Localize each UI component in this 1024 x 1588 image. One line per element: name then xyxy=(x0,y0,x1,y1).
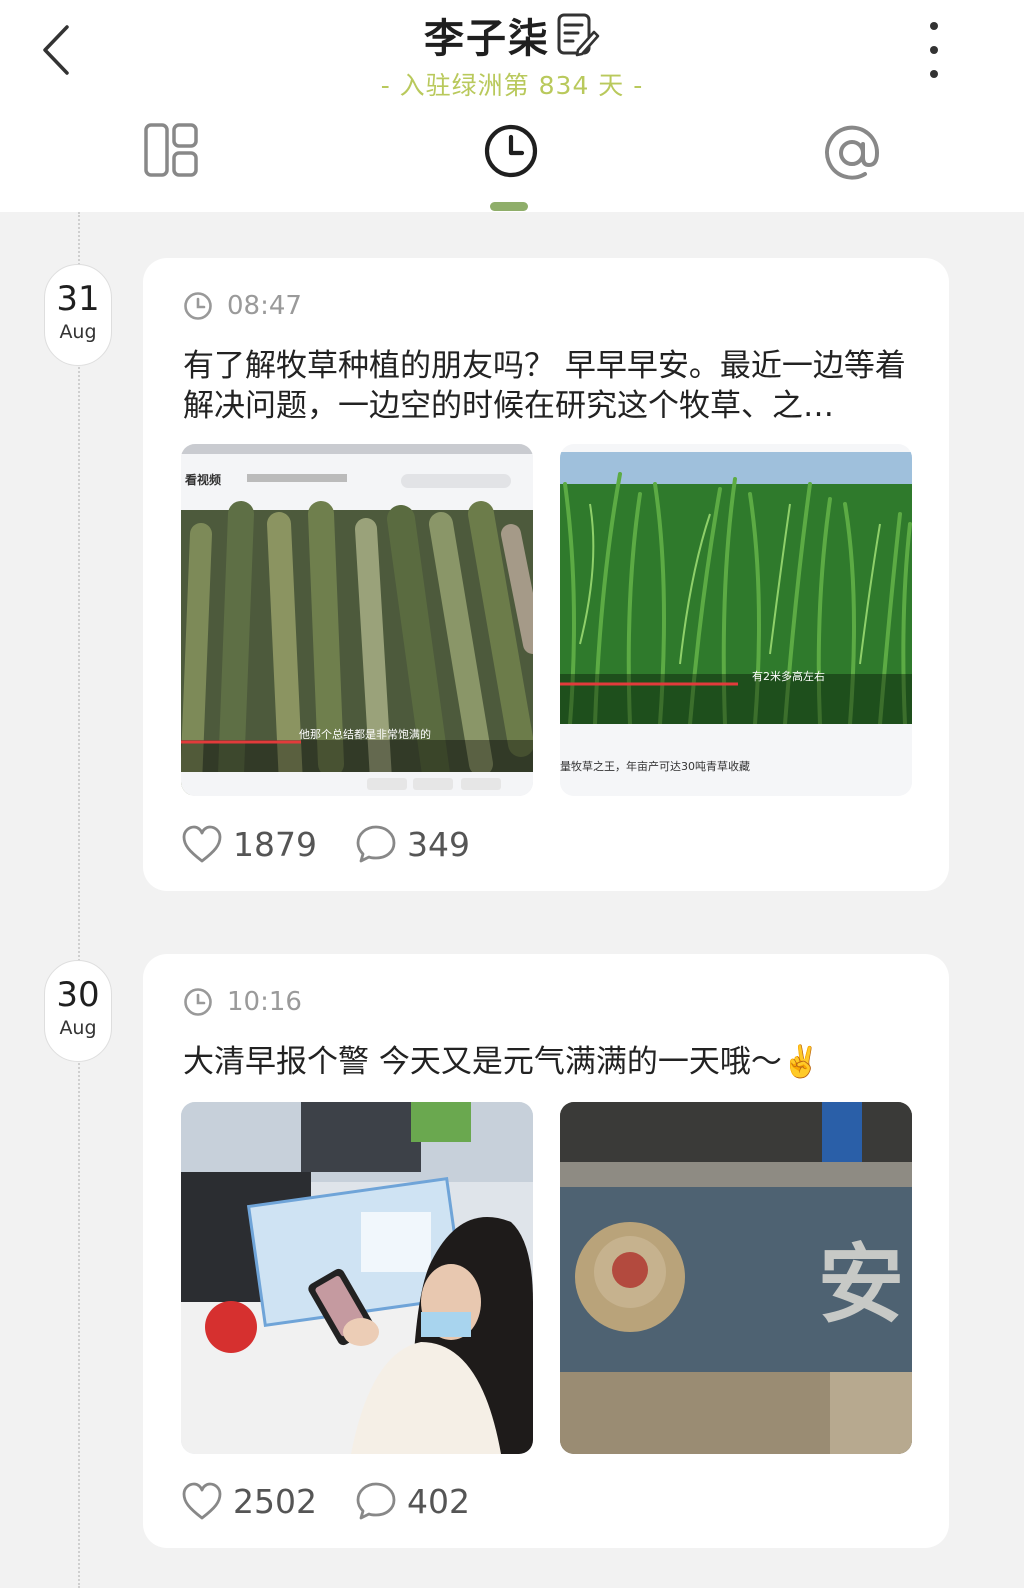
post-photo[interactable]: 有2米多高左右 量牧草之王，年亩产可达30吨青草收藏 xyxy=(560,444,912,796)
heart-icon xyxy=(182,1482,222,1520)
like-count: 2502 xyxy=(233,1481,317,1521)
date-day: 31 xyxy=(56,279,100,319)
police-badge-wall-image: 安 xyxy=(560,1102,912,1454)
profile-tabs xyxy=(0,122,1024,212)
edit-note-icon[interactable] xyxy=(556,12,600,58)
date-day: 30 xyxy=(56,975,100,1015)
svg-text:他那个总结都是非常饱满的: 他那个总结都是非常饱满的 xyxy=(299,727,431,741)
more-dot-icon xyxy=(930,22,938,30)
comment-count: 349 xyxy=(406,824,470,864)
grid-layout-icon xyxy=(144,123,198,177)
post-photo[interactable]: 看视频 他那个总结都是非常饱满的 xyxy=(181,444,533,796)
post-text: 有了解牧草种植的朋友吗？ 早早早安。最近一边等着解决问题，一边空的时候在研究这个… xyxy=(183,348,906,424)
comment-bubble-icon xyxy=(356,825,396,863)
date-badge: 31 Aug xyxy=(44,264,112,366)
svg-text:安: 安 xyxy=(818,1235,904,1335)
post-photo[interactable] xyxy=(181,1102,533,1454)
comment-button[interactable]: 349 xyxy=(355,824,470,864)
timeline-line xyxy=(78,212,80,1588)
post-time: 10:16 xyxy=(227,987,302,1017)
tab-timeline[interactable] xyxy=(471,122,551,198)
tab-grid[interactable] xyxy=(131,122,211,198)
more-options-button[interactable] xyxy=(922,22,946,78)
more-dot-icon xyxy=(930,46,938,54)
tall-green-grass-image: 有2米多高左右 量牧草之王，年亩产可达30吨青草收藏 xyxy=(560,444,912,796)
cut-grass-stalks-image: 看视频 他那个总结都是非常饱满的 xyxy=(181,444,533,796)
date-badge: 30 Aug xyxy=(44,960,112,1062)
post-card[interactable]: 08:47 有了解牧草种植的朋友吗？ 早早早安。最近一边等着解决问题，一边空的时… xyxy=(143,258,949,891)
post-text: 大清早报个警 今天又是元气满满的一天哦～✌️ xyxy=(183,1044,821,1080)
tab-mentions[interactable] xyxy=(812,122,892,198)
at-icon xyxy=(825,125,880,180)
comment-bubble-icon xyxy=(356,1482,396,1520)
like-button[interactable]: 2502 xyxy=(181,1481,317,1521)
clock-icon xyxy=(184,988,212,1016)
like-count: 1879 xyxy=(233,824,317,864)
woman-at-counter-image xyxy=(181,1102,533,1454)
profile-header: 李子柒 - 入驻绿洲第 834 天 - xyxy=(0,0,1024,212)
date-month: Aug xyxy=(59,321,97,343)
more-dot-icon xyxy=(930,70,938,78)
like-button[interactable]: 1879 xyxy=(181,824,317,864)
comment-count: 402 xyxy=(406,1481,470,1521)
date-month: Aug xyxy=(59,1017,97,1039)
clock-icon xyxy=(184,292,212,320)
comment-button[interactable]: 402 xyxy=(355,1481,470,1521)
days-joined-label: - 入驻绿洲第 834 天 - xyxy=(380,71,644,100)
heart-icon xyxy=(182,825,222,863)
active-tab-indicator xyxy=(490,202,528,211)
post-card[interactable]: 10:16 大清早报个警 今天又是元气满满的一天哦～✌️ 安 2502 402 xyxy=(143,954,949,1548)
post-time: 08:47 xyxy=(227,291,302,321)
svg-text:有2米多高左右: 有2米多高左右 xyxy=(752,669,825,683)
svg-text:量牧草之王，年亩产可达30吨青草收藏: 量牧草之王，年亩产可达30吨青草收藏 xyxy=(560,759,750,773)
svg-text:看视频: 看视频 xyxy=(185,472,221,487)
profile-name: 李子柒 xyxy=(424,16,550,62)
post-photo[interactable]: 安 xyxy=(560,1102,912,1454)
clock-icon xyxy=(484,124,538,178)
